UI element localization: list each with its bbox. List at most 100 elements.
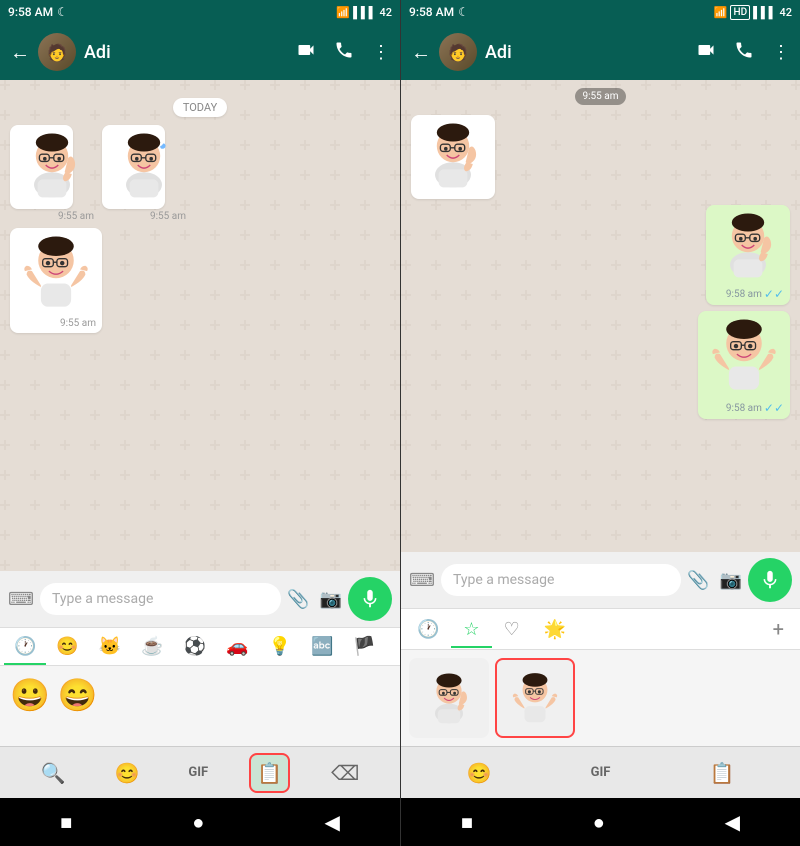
sticker-thumb-shrug-svg (507, 670, 563, 726)
emoji-tab-food[interactable]: ☕ (131, 628, 173, 665)
emoji-tabs-left: 🕐 😊 🐱 ☕ ⚽ 🚗 💡 🔤 🏴 (0, 628, 400, 666)
emoji-grinning[interactable]: 😀 (10, 676, 50, 736)
more-icon-left[interactable]: ⋮ (372, 42, 390, 63)
avatar-right[interactable]: 🧑 (439, 33, 477, 71)
emoji-tab-flags[interactable]: 🏴 (343, 628, 385, 665)
message-input-right[interactable]: Type a message (441, 564, 681, 596)
avatar-image-right: 🧑 (439, 33, 477, 71)
camera-icon-right[interactable]: 📷 (720, 570, 742, 591)
input-area-right: ⌨ Type a message 📎 📷 (401, 552, 800, 608)
keyboard-bar-right: 😊 GIF 📋 (401, 746, 800, 798)
mic-button-right[interactable] (748, 558, 792, 602)
emoji-tab-recent[interactable]: 🕐 (4, 628, 46, 665)
chat-header-right: ← 🧑 Adi ⋮ (401, 24, 800, 80)
contact-name-right[interactable]: Adi (485, 42, 688, 63)
sweat-sticker-svg (108, 129, 180, 201)
emoji-tab-animals[interactable]: 🐱 (89, 628, 131, 665)
kb-emoji-icon[interactable]: 😊 (106, 753, 147, 793)
emoji-tab-sports[interactable]: ⚽ (174, 628, 216, 665)
msg-time-3: 9:55 am (16, 318, 96, 329)
header-icons-left: ⋮ (296, 40, 390, 65)
thumbsup-sticker-svg (16, 129, 88, 201)
chat-area-left: TODAY (0, 80, 400, 571)
sticker-thumb-shrug[interactable] (495, 658, 575, 738)
kb-sticker-icon[interactable]: 📋 (249, 753, 290, 793)
sticker-tab-recent[interactable]: 🕐 (405, 611, 451, 648)
left-phone-panel: 9:58 AM ☾ 📶 ▌▌▌ 42 ← 🧑 Adi ⋮ (0, 0, 400, 846)
sticker-tab-sparkle[interactable]: 🌟 (532, 611, 578, 648)
nav-circle-left[interactable]: ● (168, 802, 228, 843)
kb-gif-label-right[interactable]: GIF (583, 757, 619, 788)
sent-shrug-time: 9:58 am ✓✓ (704, 401, 784, 415)
sticker-box-thumbsup: 9:55 am (10, 125, 94, 222)
emoji-tab-objects[interactable]: 💡 (259, 628, 301, 665)
signal-icon-right: ▌▌▌ (753, 6, 776, 19)
kb-search-icon[interactable]: 🔍 (33, 753, 74, 793)
wifi-icon: 📶 (336, 6, 350, 19)
sticker-tab-star[interactable]: ☆ (451, 611, 491, 648)
nav-square-left[interactable]: ■ (36, 802, 96, 843)
kb-delete-icon[interactable]: ⌫ (323, 753, 367, 793)
moon-icon: ☾ (57, 5, 68, 19)
status-time-right: 9:58 AM ☾ (409, 5, 469, 19)
video-call-icon-right[interactable] (696, 40, 716, 65)
attach-icon-left[interactable]: 📎 (287, 589, 309, 610)
shrug-sticker-svg (16, 232, 96, 312)
sticker-grid-right (401, 650, 800, 746)
nav-circle-right[interactable]: ● (569, 802, 629, 843)
emoji-tab-travel[interactable]: 🚗 (216, 628, 258, 665)
phone-icon-right[interactable] (734, 40, 754, 65)
kb-emoji-icon-right[interactable]: 😊 (459, 753, 500, 793)
nav-bar-left: ■ ● ◀ (0, 798, 400, 846)
back-button-left[interactable]: ← (10, 40, 30, 65)
video-call-icon-left[interactable] (296, 40, 316, 65)
keyboard-icon-right[interactable]: ⌨ (409, 570, 435, 591)
sent-thumbsup-bubble: 9:58 am ✓✓ (706, 205, 790, 305)
sticker-thumb-thumbsup[interactable] (409, 658, 489, 738)
sticker-thumb-thumbsup-svg (421, 670, 477, 726)
input-icons-right: 📎 📷 (687, 570, 742, 591)
sticker-tab-heart[interactable]: ♡ (492, 611, 532, 648)
hd-icon: HD (730, 5, 750, 20)
moon-icon-right: ☾ (458, 5, 469, 19)
message-input-left[interactable]: Type a message (40, 583, 281, 615)
sticker-bubble-3: 9:55 am (10, 228, 102, 333)
mic-button-left[interactable] (348, 577, 392, 621)
sent-thumbsup-time: 9:58 am ✓✓ (712, 287, 784, 301)
contact-name-left[interactable]: Adi (84, 42, 288, 63)
emoji-grin[interactable]: 😄 (58, 676, 98, 736)
phone-icon-left[interactable] (334, 40, 354, 65)
avatar-left[interactable]: 🧑 (38, 33, 76, 71)
kb-gif-label[interactable]: GIF (180, 757, 216, 788)
keyboard-bar-left: 🔍 😊 GIF 📋 ⌫ (0, 746, 400, 798)
msg-sent-shrug-right: 9:58 am ✓✓ (411, 311, 790, 419)
sent-shrug-bubble: 9:58 am ✓✓ (698, 311, 790, 419)
sticker-box-sweat: 9:55 am (102, 125, 186, 222)
checkmark-2: ✓✓ (764, 401, 784, 415)
input-placeholder-left: Type a message (52, 591, 153, 607)
nav-triangle-left[interactable]: ◀ (301, 802, 364, 842)
sent-shrug-svg (704, 315, 784, 395)
back-button-right[interactable]: ← (411, 40, 431, 65)
sticker-row-1: 9:55 am (10, 125, 390, 222)
center-time-right: 9:55 am (411, 88, 790, 109)
time-left: 9:58 AM (8, 5, 53, 19)
chat-header-left: ← 🧑 Adi ⋮ (0, 24, 400, 80)
msg-time-2: 9:55 am (102, 211, 186, 222)
keyboard-icon-left[interactable]: ⌨ (8, 589, 34, 610)
emoji-content-left: 😀 😄 (0, 666, 400, 746)
msg-time-1: 9:55 am (10, 211, 94, 222)
nav-triangle-right[interactable]: ◀ (701, 802, 764, 842)
more-icon-right[interactable]: ⋮ (772, 42, 790, 63)
kb-sticker-icon-right[interactable]: 📋 (702, 753, 743, 793)
nav-square-right[interactable]: ■ (437, 802, 497, 843)
camera-icon-left[interactable]: 📷 (320, 589, 342, 610)
attach-icon-right[interactable]: 📎 (687, 570, 709, 591)
sticker-add-button[interactable]: + (761, 609, 796, 649)
avatar-image-left: 🧑 (38, 33, 76, 71)
emoji-tab-emoji[interactable]: 😊 (46, 628, 88, 665)
status-icons-right: 📶 HD ▌▌▌ 42 (714, 5, 792, 20)
msg-shrug-received: 9:55 am (10, 228, 390, 333)
msg-received-thumbsup-right (411, 115, 790, 199)
emoji-tab-symbols[interactable]: 🔤 (301, 628, 343, 665)
